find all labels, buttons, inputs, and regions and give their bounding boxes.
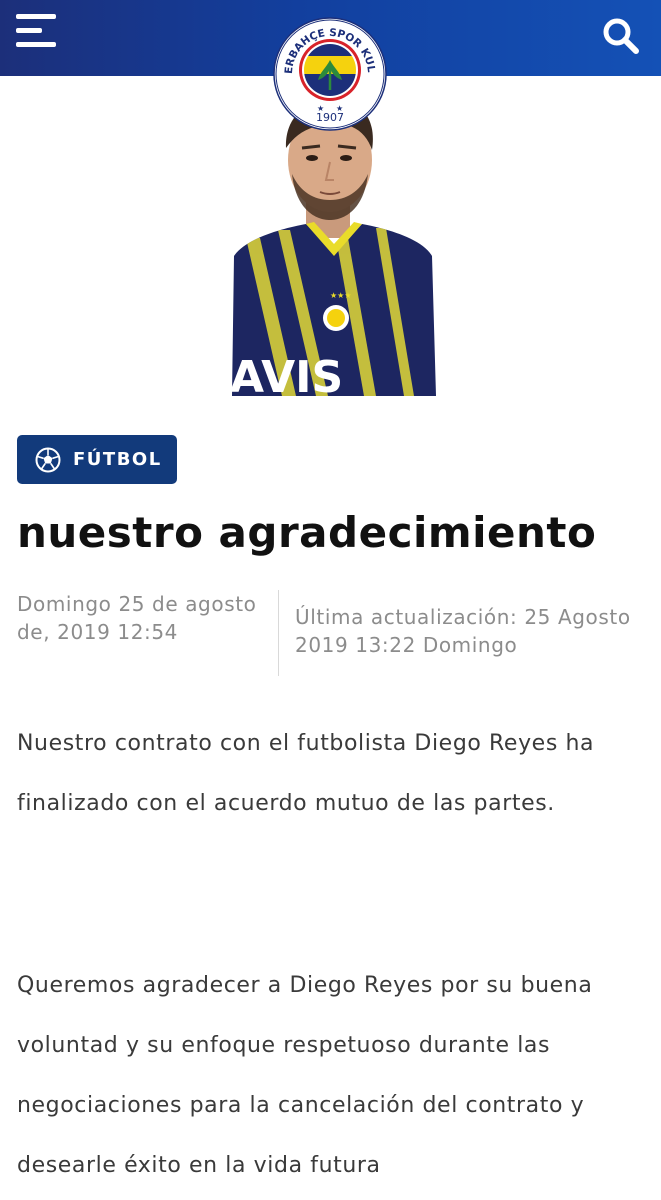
- article-title: nuestro agradecimiento: [17, 508, 597, 557]
- player-photo: ★★★ AVIS: [226, 88, 442, 403]
- published-date: Domingo 25 de agosto de, 2019 12:54: [17, 592, 257, 644]
- category-label: FÚTBOL: [73, 449, 162, 470]
- search-icon[interactable]: [601, 16, 641, 56]
- hamburger-menu-icon[interactable]: [16, 12, 60, 52]
- date-divider: [278, 590, 279, 676]
- soccer-ball-icon: [35, 447, 61, 472]
- svg-text:★★★: ★★★: [330, 291, 352, 300]
- crest-year: 1907: [316, 111, 344, 124]
- article-page: FENERBAHÇE SPOR KULÜBÜ ★ ★ 1907: [0, 0, 661, 1200]
- club-crest-logo[interactable]: FENERBAHÇE SPOR KULÜBÜ ★ ★ 1907: [268, 5, 388, 132]
- article-paragraph: Queremos agradecer a Diego Reyes por su …: [17, 973, 593, 1178]
- shirt-sponsor-text: AVIS: [230, 352, 343, 398]
- article-paragraph: Nuestro contrato con el futbolista Diego…: [17, 731, 595, 816]
- updated-date: Última actualización: 25 Agosto 2019 13:…: [295, 605, 631, 657]
- category-badge-futbol[interactable]: FÚTBOL: [17, 435, 177, 484]
